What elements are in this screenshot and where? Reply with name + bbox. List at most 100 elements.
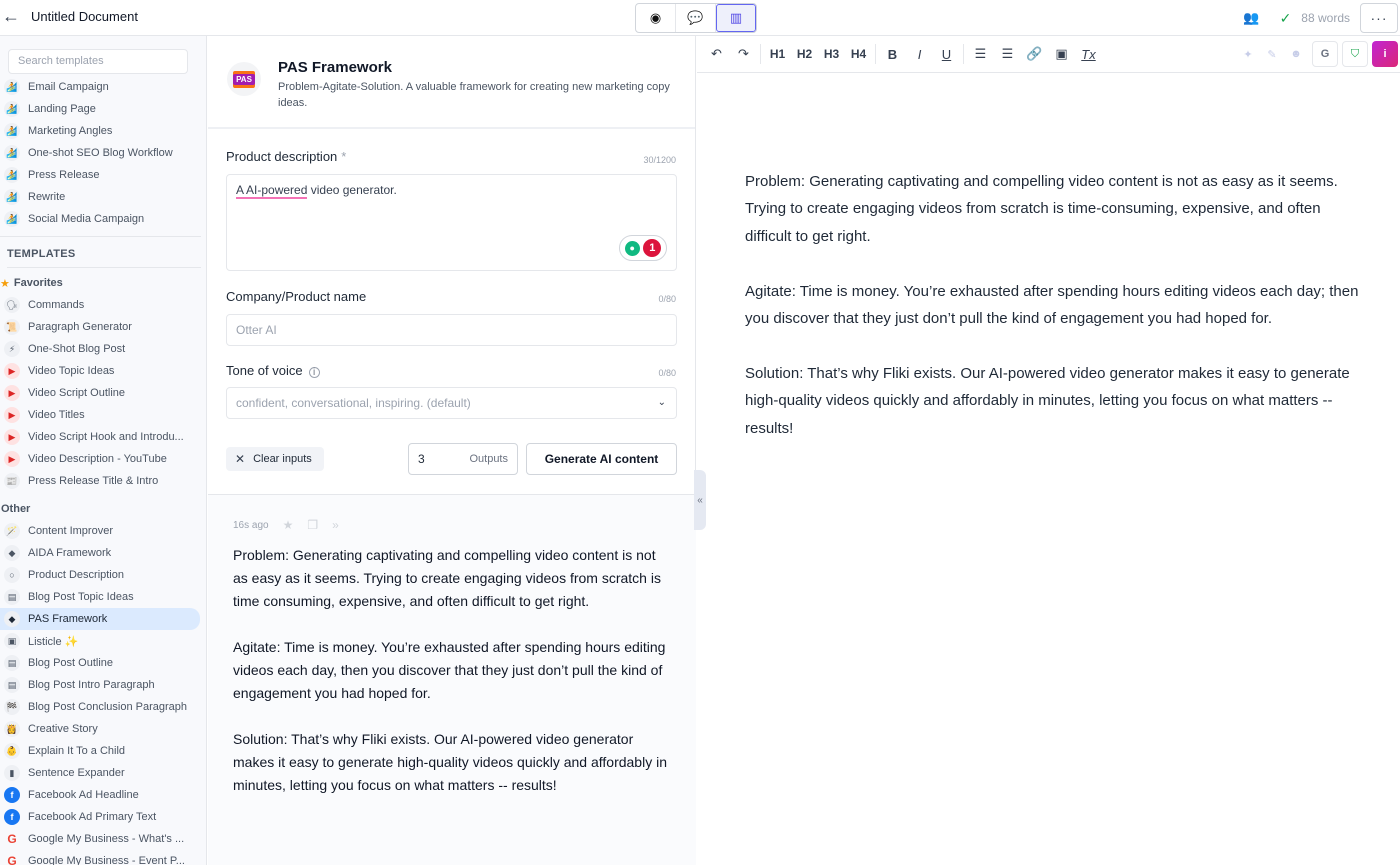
outputs-count-input[interactable]: 3 Outputs: [408, 443, 518, 475]
sidebar-item[interactable]: ▣ Listicle ✨: [0, 630, 206, 652]
bold-button[interactable]: B: [879, 42, 906, 66]
sidebar-item-label: Product Description: [28, 569, 124, 581]
document-title[interactable]: Untitled Document: [31, 9, 138, 24]
sidebar-item[interactable]: ⚡ One-Shot Blog Post: [0, 338, 206, 360]
product-description-textarea[interactable]: A AI-powered video generator. ● 1: [226, 174, 677, 271]
preview-mode-eye-icon[interactable]: ◉: [636, 4, 676, 32]
sidebar-item-label: Blog Post Outline: [28, 657, 113, 669]
sidebar-item[interactable]: 🏄 Press Release: [0, 164, 206, 186]
template-icon: ○: [4, 567, 20, 583]
other-heading[interactable]: Other: [0, 498, 206, 520]
sidebar-item[interactable]: G Google My Business - Event P...: [0, 850, 206, 865]
back-arrow-icon[interactable]: ←: [2, 6, 20, 27]
pas-logo-icon: PAS: [227, 62, 261, 96]
sidebar-item-label: Explain It To a Child: [28, 745, 126, 757]
sidebar-item[interactable]: ▤ Blog Post Topic Ideas: [0, 586, 206, 608]
sidebar-item[interactable]: ▶ Video Topic Ideas: [0, 360, 206, 382]
sidebar-item[interactable]: 📰 Press Release Title & Intro: [0, 470, 206, 492]
grammarly-badge[interactable]: ● 1: [619, 235, 667, 261]
editor-paragraph[interactable]: Problem: Generating captivating and comp…: [745, 168, 1365, 250]
sidebar-item[interactable]: 🏄 One-shot SEO Blog Workflow: [0, 142, 206, 164]
pen-icon[interactable]: ✎: [1260, 48, 1284, 61]
search-templates-input[interactable]: Search templates: [8, 49, 188, 74]
insert-chevrons-icon[interactable]: »: [332, 518, 339, 532]
shield-check-icon[interactable]: ⛉: [1342, 41, 1368, 67]
sidebar-item[interactable]: ◆ PAS Framework: [0, 608, 200, 630]
sidebar-item-label: Video Titles: [28, 409, 85, 421]
sparkle-icon[interactable]: ✦: [1236, 48, 1260, 61]
tone-of-voice-select[interactable]: confident, conversational, inspiring. (d…: [226, 387, 677, 419]
sidebar-item[interactable]: 🏄 Landing Page: [0, 98, 206, 120]
template-form-panel: PAS PAS Framework Problem-Agitate-Soluti…: [208, 36, 696, 865]
redo-icon[interactable]: ↷: [730, 42, 757, 66]
collapse-panel-handle[interactable]: «: [694, 470, 706, 530]
sidebar-item[interactable]: 🏁 Blog Post Conclusion Paragraph: [0, 696, 206, 718]
toolbar-right: ✦ ✎ ☻ G ⛉ i: [1236, 41, 1398, 67]
underline-button[interactable]: U: [933, 42, 960, 66]
sidebar-item[interactable]: 🏄 Email Campaign: [0, 76, 206, 98]
heading-3-button[interactable]: H3: [818, 42, 845, 66]
users-icon[interactable]: 👥: [1243, 10, 1259, 26]
sidebar-item[interactable]: G Google My Business - What's ...: [0, 828, 206, 850]
generate-ai-content-button[interactable]: Generate AI content: [526, 443, 677, 475]
sidebar-item[interactable]: 🗣 Commands: [0, 294, 206, 316]
info-icon[interactable]: i: [308, 367, 320, 378]
sidebar-item[interactable]: 🪄 Content Improver: [0, 520, 206, 542]
emoji-icon[interactable]: ☻: [1284, 48, 1308, 60]
misspelled-text[interactable]: A AI-powered: [236, 183, 308, 199]
sidebar-item-label: Google My Business - Event P...: [28, 855, 185, 865]
star-icon[interactable]: ★: [283, 518, 294, 532]
sidebar-item[interactable]: 🏄 Social Media Campaign: [0, 208, 206, 230]
template-icon: ▶: [4, 451, 20, 467]
template-icon: f: [4, 809, 20, 825]
grammarly-icon[interactable]: G: [1312, 41, 1338, 67]
sidebar-item[interactable]: 🏄 Rewrite: [0, 186, 206, 208]
clear-format-icon[interactable]: Tx: [1075, 42, 1102, 66]
template-icon: 🏁: [4, 699, 20, 715]
pas-logo-text: PAS: [233, 73, 255, 85]
template-icon: f: [4, 787, 20, 803]
sidebar-item[interactable]: ▤ Blog Post Outline: [0, 652, 206, 674]
template-icon: 📰: [4, 473, 20, 489]
link-icon[interactable]: 🔗: [1021, 42, 1048, 66]
sidebar-item[interactable]: ▤ Blog Post Intro Paragraph: [0, 674, 206, 696]
bullet-list-icon[interactable]: ☰: [994, 42, 1021, 66]
copy-icon[interactable]: ❐: [307, 518, 318, 532]
saved-check-icon: ✓: [1279, 9, 1292, 26]
sidebar-item[interactable]: ○ Product Description: [0, 564, 206, 586]
clear-inputs-button[interactable]: ✕ Clear inputs: [226, 447, 324, 471]
undo-icon[interactable]: ↶: [703, 42, 730, 66]
sidebar-item[interactable]: f Facebook Ad Primary Text: [0, 806, 206, 828]
sidebar-item[interactable]: ▶ Video Description - YouTube: [0, 448, 206, 470]
more-options-button[interactable]: ···: [1360, 3, 1398, 33]
heading-1-button[interactable]: H1: [764, 42, 791, 66]
image-icon[interactable]: ▣: [1048, 42, 1075, 66]
sidebar-item[interactable]: ▮ Sentence Expander: [0, 762, 206, 784]
ordered-list-icon[interactable]: ☰: [967, 42, 994, 66]
sidebar-item[interactable]: 👶 Explain It To a Child: [0, 740, 206, 762]
sidebar-item[interactable]: ▶ Video Titles: [0, 404, 206, 426]
sidebar-item[interactable]: ▶ Video Script Hook and Introdu...: [0, 426, 206, 448]
sidebar-item[interactable]: 👸 Creative Story: [0, 718, 206, 740]
heading-4-button[interactable]: H4: [845, 42, 872, 66]
sidebar-item[interactable]: 📜 Paragraph Generator: [0, 316, 206, 338]
editor-paragraph[interactable]: Agitate: Time is money. You’re exhausted…: [745, 278, 1365, 333]
heading-2-button[interactable]: H2: [791, 42, 818, 66]
document-editor[interactable]: Problem: Generating captivating and comp…: [745, 168, 1365, 469]
italic-button[interactable]: I: [906, 42, 933, 66]
template-icon: 🏄: [4, 211, 20, 227]
editor-paragraph[interactable]: Solution: That’s why Fliki exists. Our A…: [745, 360, 1365, 442]
sidebar-item-label: Blog Post Topic Ideas: [28, 591, 134, 603]
favorites-heading[interactable]: ★ Favorites: [0, 272, 206, 294]
sidebar-item-label: Press Release: [28, 169, 100, 181]
info-icon[interactable]: i: [1372, 41, 1398, 67]
sidebar-item[interactable]: 🏄 Marketing Angles: [0, 120, 206, 142]
split-mode-panel-icon[interactable]: ▥: [716, 4, 756, 32]
result-card: 16s ago ★ ❐ » Problem: Generating captiv…: [208, 494, 696, 865]
company-name-input[interactable]: Otter AI: [226, 314, 677, 346]
sidebar-item-label: AIDA Framework: [28, 547, 112, 559]
sidebar-item[interactable]: ▶ Video Script Outline: [0, 382, 206, 404]
sidebar-item[interactable]: f Facebook Ad Headline: [0, 784, 206, 806]
sidebar-item[interactable]: ◆ AIDA Framework: [0, 542, 206, 564]
chat-mode-icon[interactable]: 💬: [676, 4, 716, 32]
